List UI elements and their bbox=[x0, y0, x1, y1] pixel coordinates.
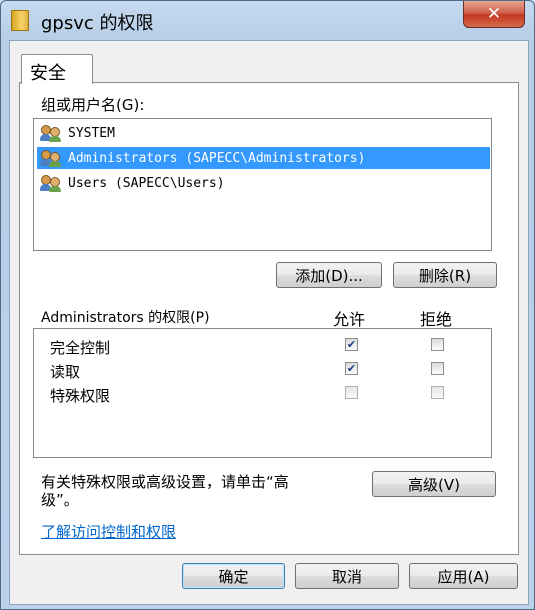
users-group-icon bbox=[40, 124, 63, 142]
ok-button[interactable]: 确定 bbox=[182, 563, 285, 589]
advanced-button[interactable]: 高级(V) bbox=[372, 471, 496, 497]
permissions-dialog: gpsvc 的权限 ✕ 安全 组或用户名(G): SYSTEM Administ… bbox=[0, 0, 535, 610]
users-group-icon bbox=[40, 149, 63, 167]
group-user-list[interactable]: SYSTEM Administrators (SAPECC\Administra… bbox=[33, 118, 492, 251]
deny-special-checkbox bbox=[431, 386, 444, 399]
list-item-users[interactable]: Users (SAPECC\Users) bbox=[37, 172, 490, 194]
allow-full-control-checkbox[interactable]: ✔ bbox=[345, 338, 358, 351]
permission-special: 特殊权限 bbox=[50, 387, 111, 405]
permissions-list: 完全控制 ✔ 读取 ✔ 特殊权限 bbox=[33, 328, 492, 458]
groups-label: 组或用户名(G): bbox=[41, 96, 145, 114]
remove-button[interactable]: 删除(R) bbox=[393, 262, 497, 288]
close-icon: ✕ bbox=[486, 3, 502, 24]
deny-full-control-checkbox[interactable] bbox=[431, 338, 444, 351]
dialog-body: 安全 组或用户名(G): SYSTEM Administrators (SAPE… bbox=[9, 40, 529, 605]
deny-header: 拒绝 bbox=[420, 310, 453, 329]
close-button[interactable]: ✕ bbox=[463, 1, 525, 28]
allow-read-checkbox[interactable]: ✔ bbox=[345, 362, 358, 375]
list-item-label: Administrators (SAPECC\Administrators) bbox=[68, 150, 366, 166]
list-item-administrators[interactable]: Administrators (SAPECC\Administrators) bbox=[37, 147, 490, 169]
allow-special-checkbox bbox=[345, 386, 358, 399]
check-icon: ✔ bbox=[346, 362, 357, 375]
permissions-label: Administrators 的权限(P) bbox=[41, 310, 210, 326]
check-icon: ✔ bbox=[346, 338, 357, 351]
cancel-button[interactable]: 取消 bbox=[295, 563, 399, 589]
add-button[interactable]: 添加(D)... bbox=[276, 262, 382, 288]
learn-access-control-link[interactable]: 了解访问控制和权限 bbox=[41, 521, 176, 542]
allow-header: 允许 bbox=[333, 310, 366, 329]
list-item-label: SYSTEM bbox=[68, 125, 115, 141]
title-bar[interactable]: gpsvc 的权限 ✕ bbox=[1, 1, 534, 39]
users-group-icon bbox=[40, 174, 63, 192]
advanced-hint-line2: 级”。 bbox=[41, 491, 79, 509]
window-title: gpsvc 的权限 bbox=[41, 13, 154, 34]
folder-icon bbox=[11, 10, 29, 31]
list-item-system[interactable]: SYSTEM bbox=[37, 122, 490, 144]
list-item-label: Users (SAPECC\Users) bbox=[68, 175, 225, 191]
apply-button[interactable]: 应用(A) bbox=[409, 563, 518, 589]
deny-read-checkbox[interactable] bbox=[431, 362, 444, 375]
permission-full-control: 完全控制 bbox=[50, 339, 111, 357]
tab-security[interactable]: 安全 bbox=[21, 54, 93, 84]
permission-read: 读取 bbox=[50, 363, 81, 381]
